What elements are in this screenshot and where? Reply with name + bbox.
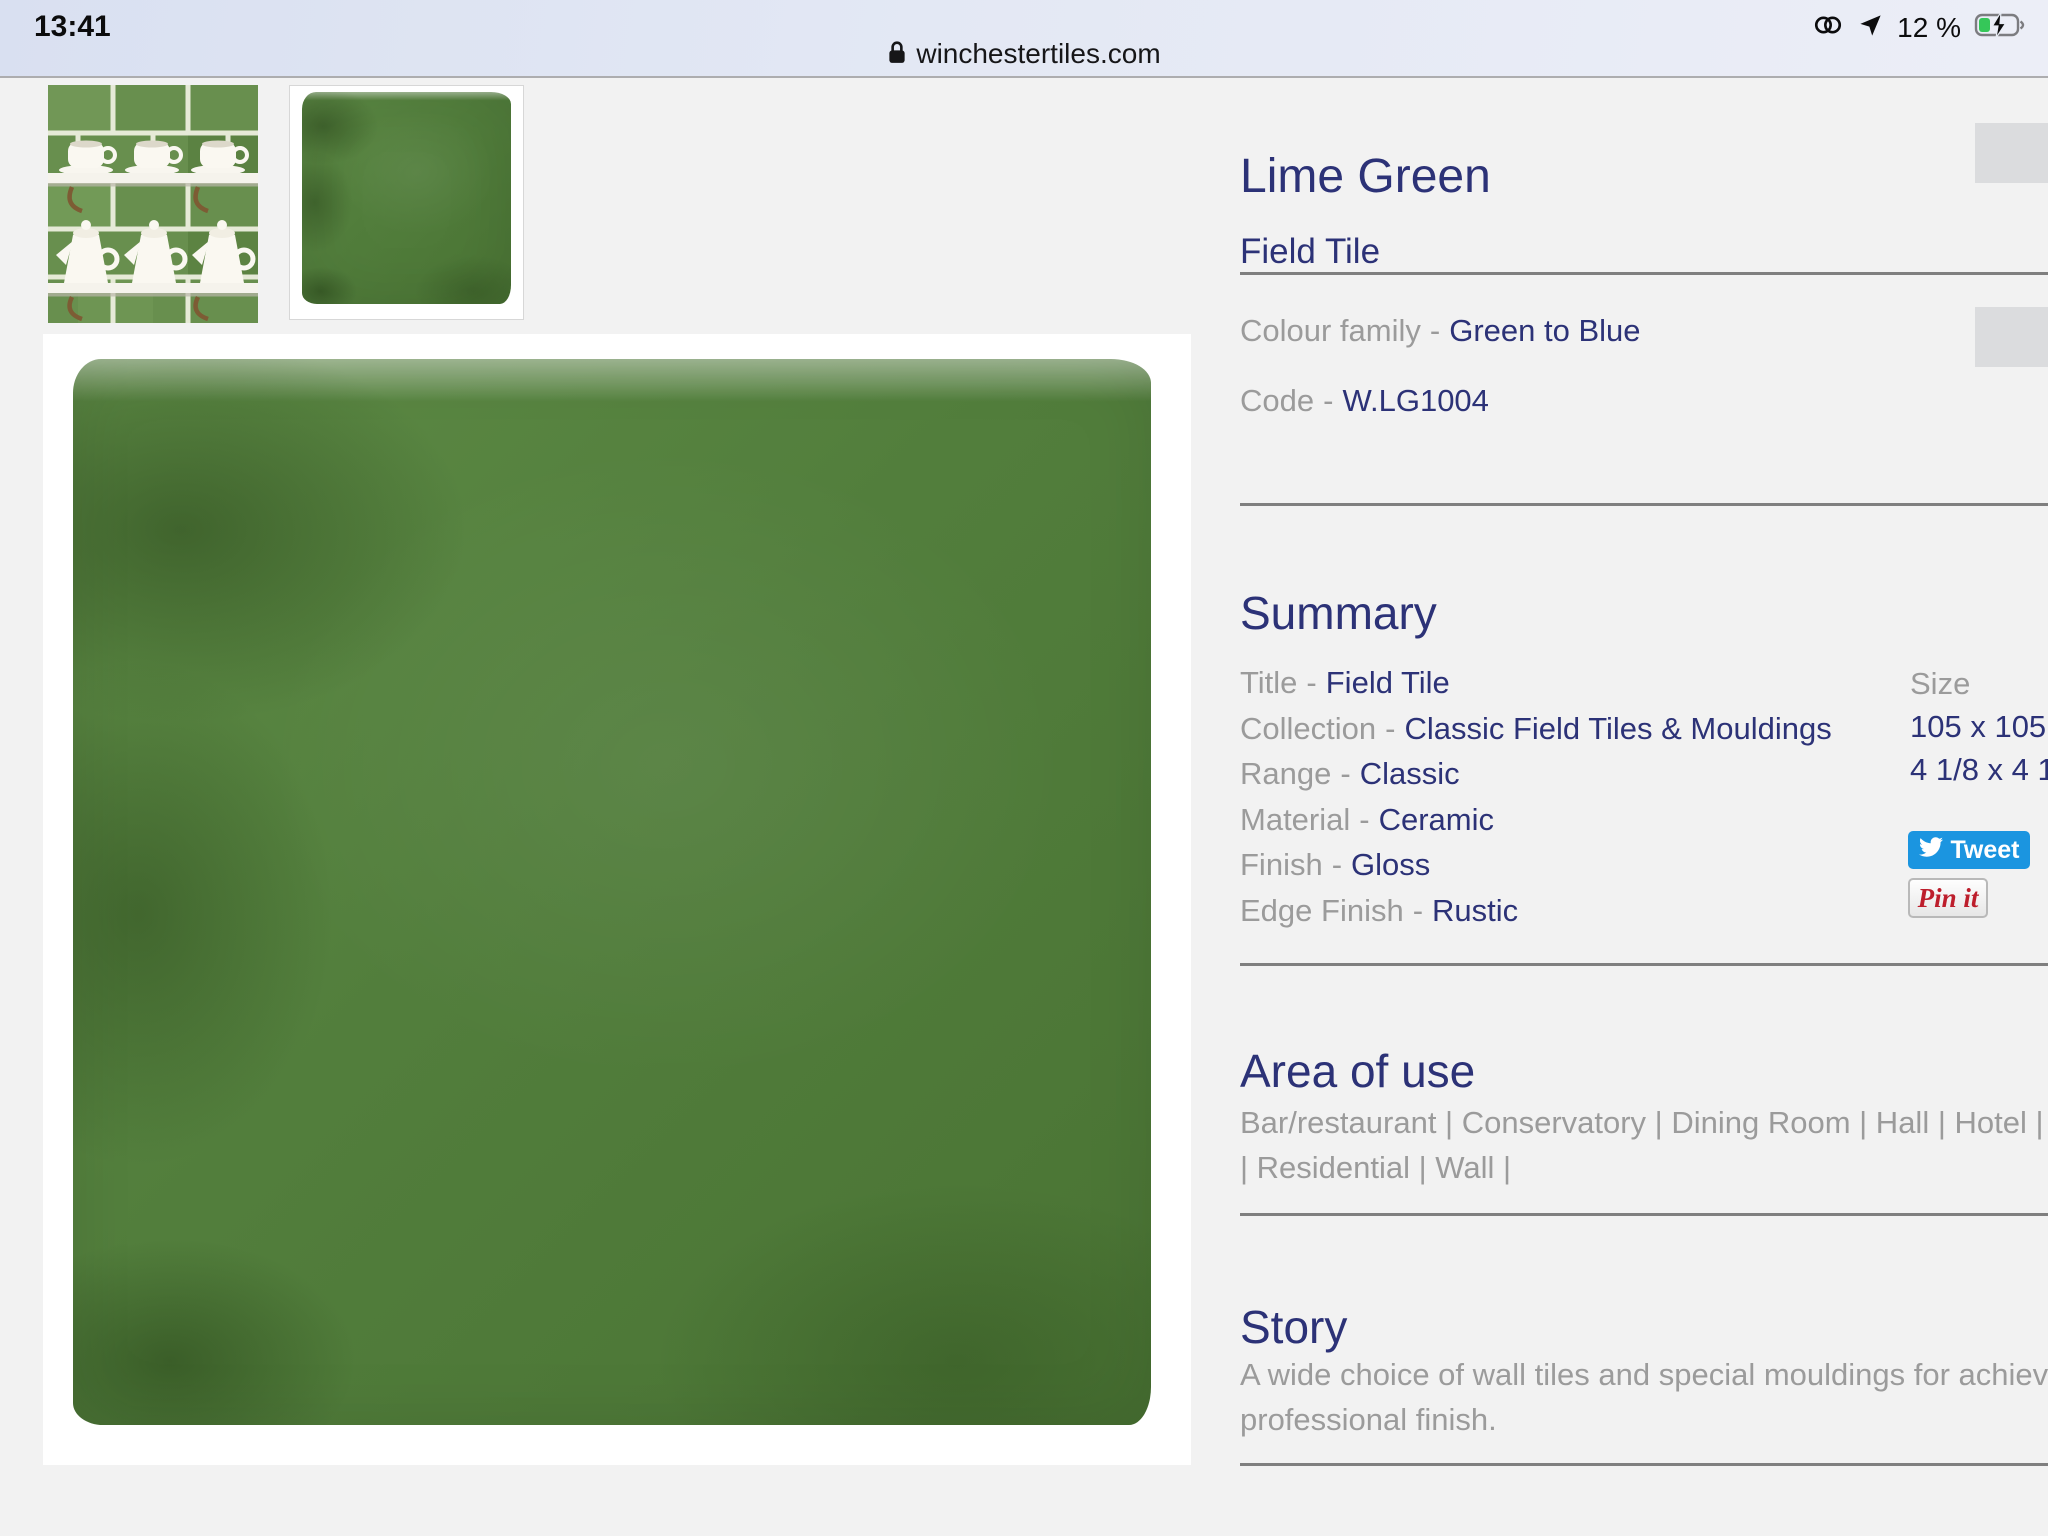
main-product-image <box>43 334 1191 1465</box>
url-text: winchestertiles.com <box>916 38 1160 70</box>
divider <box>1240 272 2048 275</box>
summary-rows: Title-Field Tile Collection-Classic Fiel… <box>1240 660 1832 933</box>
area-of-use-line: | Residential | Wall | <box>1240 1145 2044 1190</box>
thumbnail-tile[interactable] <box>289 85 524 320</box>
code-label: Code <box>1240 383 1314 418</box>
size-imperial: 4 1/8 x 4 1 <box>1910 748 2048 791</box>
summary-row: Material-Ceramic <box>1240 797 1832 843</box>
area-of-use-line: Bar/restaurant | Conservatory | Dining R… <box>1240 1100 2044 1145</box>
story-line: professional finish. <box>1240 1397 2048 1442</box>
safari-chrome: 13:41 12 % <box>0 0 2048 78</box>
address-bar[interactable]: winchestertiles.com <box>0 36 2048 72</box>
code-row: Code-W.LG1004 <box>1240 383 1489 419</box>
summary-row: Edge Finish-Rustic <box>1240 888 1832 934</box>
story-line: A wide choice of wall tiles and special … <box>1240 1352 2048 1397</box>
thumbnail-lifestyle-photo[interactable] <box>48 85 258 323</box>
summary-row: Finish-Gloss <box>1240 842 1832 888</box>
teacups <box>59 141 247 176</box>
battery-fill <box>1979 18 1990 32</box>
divider <box>1240 1463 2048 1466</box>
summary-row: Collection-Classic Field Tiles & Mouldin… <box>1240 706 1832 752</box>
teapots <box>56 220 253 283</box>
summary-row: Title-Field Tile <box>1240 660 1832 706</box>
tweet-button[interactable]: Tweet <box>1908 831 2030 869</box>
story-text: A wide choice of wall tiles and special … <box>1240 1352 2048 1442</box>
green-tiles-teaware-illustration <box>48 85 258 323</box>
summary-row: Range-Classic <box>1240 751 1832 797</box>
product-title: Lime Green <box>1240 149 1491 204</box>
pinit-button[interactable]: Pin it <box>1908 878 1988 918</box>
divider <box>1240 1213 2048 1216</box>
lime-green-tile-large-image <box>73 359 1151 1425</box>
size-metric: 105 x 105 <box>1910 705 2048 748</box>
divider <box>1240 503 2048 506</box>
story-heading: Story <box>1240 1300 1347 1354</box>
pinit-label: Pin it <box>1918 883 1979 914</box>
lime-green-tile-thumb-image <box>302 92 511 304</box>
lock-icon <box>887 40 907 69</box>
twitter-bird-icon <box>1919 835 1943 866</box>
code-value: W.LG1004 <box>1342 383 1488 418</box>
clipped-action-placeholder[interactable] <box>1975 307 2048 367</box>
summary-heading: Summary <box>1240 586 1437 640</box>
size-column: Size 105 x 105 4 1/8 x 4 1 <box>1910 662 2048 791</box>
product-subtitle: Field Tile <box>1240 232 1380 272</box>
tweet-label: Tweet <box>1951 836 2020 865</box>
colour-family-label: Colour family <box>1240 313 1421 348</box>
clipped-action-placeholder[interactable] <box>1975 123 2048 183</box>
divider <box>1240 963 2048 966</box>
size-label: Size <box>1910 662 2048 705</box>
area-of-use-heading: Area of use <box>1240 1044 1475 1098</box>
ipad-safari-screen: 13:41 12 % <box>0 0 2048 1536</box>
colour-family-row: Colour family-Green to Blue <box>1240 313 1641 349</box>
colour-family-value[interactable]: Green to Blue <box>1449 313 1640 348</box>
area-of-use-text: Bar/restaurant | Conservatory | Dining R… <box>1240 1100 2044 1190</box>
